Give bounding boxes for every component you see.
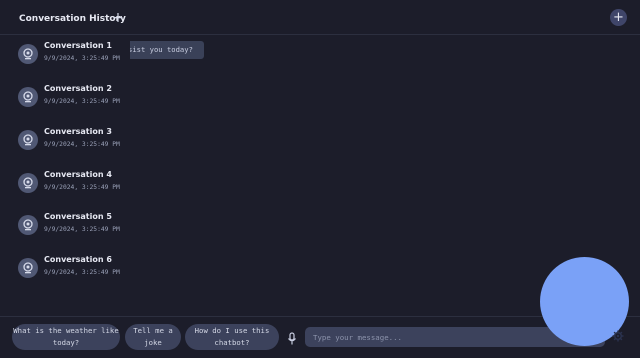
conversation-title: Conversation 4 <box>44 170 112 179</box>
sidebar-title: Conversation History <box>19 14 126 24</box>
conversation-item[interactable]: Conversation 3 9/9/2024, 3:25:49 PM <box>0 124 130 166</box>
chatbot-avatar-icon <box>18 215 38 235</box>
chatbot-avatar-icon <box>18 173 38 193</box>
conversation-date: 9/9/2024, 3:25:49 PM <box>44 226 120 233</box>
chatbot-avatar-icon <box>18 258 38 278</box>
conversation-title: Conversation 6 <box>44 255 112 264</box>
conversation-date: 9/9/2024, 3:25:49 PM <box>44 55 120 62</box>
conversation-item[interactable]: Conversation 1 9/9/2024, 3:25:49 PM <box>0 38 130 80</box>
conversation-title: Conversation 5 <box>44 212 112 221</box>
conversation-item[interactable]: Conversation 5 9/9/2024, 3:25:49 PM <box>0 209 130 251</box>
composer-bar: What is the weather like today? Tell me … <box>0 316 640 358</box>
conversation-item[interactable]: Conversation 4 9/9/2024, 3:25:49 PM <box>0 167 130 209</box>
conversation-date: 9/9/2024, 3:25:49 PM <box>44 184 120 191</box>
conversation-title: Conversation 3 <box>44 127 112 136</box>
conversation-date: 9/9/2024, 3:25:49 PM <box>44 98 120 105</box>
chatbot-avatar-icon <box>18 130 38 150</box>
chatbot-avatar-icon <box>18 44 38 64</box>
add-conversation-icon[interactable]: + <box>112 11 124 25</box>
suggestion-chip-usage[interactable]: How do I use this chatbot? <box>185 324 279 350</box>
conversation-item[interactable]: Conversation 2 9/9/2024, 3:25:49 PM <box>0 81 130 123</box>
sidebar-header: Conversation History + + <box>0 0 640 35</box>
chatbot-avatar-icon <box>18 87 38 107</box>
conversation-date: 9/9/2024, 3:25:49 PM <box>44 141 120 148</box>
new-chat-button[interactable]: + <box>610 9 627 26</box>
gear-icon[interactable] <box>612 327 624 342</box>
conversation-title: Conversation 2 <box>44 84 112 93</box>
conversation-title: Conversation 1 <box>44 41 112 50</box>
conversation-date: 9/9/2024, 3:25:49 PM <box>44 269 120 276</box>
suggestion-chip-joke[interactable]: Tell me a joke <box>125 324 181 350</box>
chat-message-bubble: sist you today? <box>126 41 204 59</box>
suggestion-chip-weather[interactable]: What is the weather like today? <box>12 324 120 350</box>
microphone-icon[interactable] <box>287 331 297 345</box>
conversation-item[interactable]: Conversation 6 9/9/2024, 3:25:49 PM <box>0 252 130 294</box>
